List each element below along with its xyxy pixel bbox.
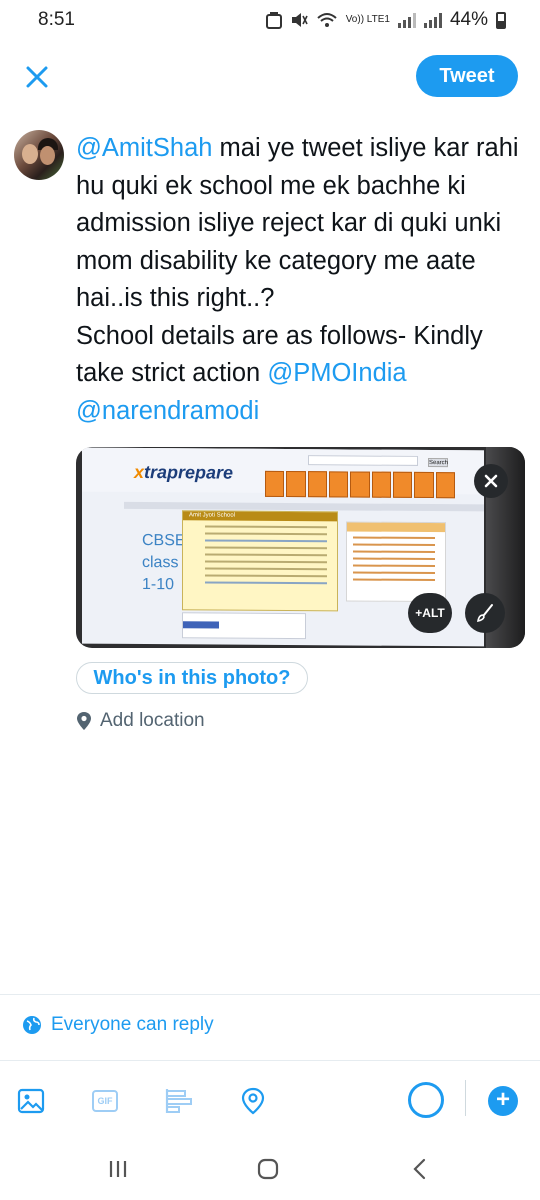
tweet-text-input[interactable]: @AmitShah mai ye tweet isliye kar rahi h… [76,130,526,430]
add-alt-text-button[interactable]: +ALT [408,593,452,633]
globe-icon [23,1016,41,1034]
mute-icon [291,13,308,27]
tag-people-button[interactable]: Who's in this photo? [76,662,308,694]
reply-settings[interactable]: Everyone can reply [22,1014,214,1036]
image-icon[interactable] [16,1086,46,1116]
add-thread-button[interactable]: + [488,1086,518,1116]
mention-narendramodi[interactable]: @narendramodi [76,397,259,425]
compose-toolbar: GIF [0,1062,540,1140]
signal-icon-2 [423,12,442,28]
add-location-label: Add location [100,710,205,731]
status-time: 8:51 [38,9,75,30]
toolbar-separator [465,1080,466,1116]
mention-pmoindia[interactable]: @PMOIndia [267,359,406,387]
location-icon[interactable] [238,1086,268,1116]
wifi-icon [317,13,337,27]
photo-logo: xtraprepare [134,461,234,483]
recent-apps-icon[interactable] [98,1154,138,1184]
battery-percent: 44% [449,9,488,30]
photo-cbse-text: CBSE class 1-10 [142,532,186,594]
add-location[interactable]: Add location [76,707,205,735]
photo-school-card: Amit Jyoti School [182,510,338,612]
photo-search-label: Search [428,458,448,468]
edit-photo-button[interactable] [465,593,505,633]
gif-icon[interactable]: GIF [92,1090,118,1112]
poll-icon[interactable] [164,1086,194,1116]
system-nav-bar [0,1140,540,1200]
back-icon[interactable] [400,1154,440,1184]
compose-header: Tweet [0,40,540,112]
brush-icon [477,604,493,623]
home-icon[interactable] [248,1154,288,1184]
divider [0,1060,540,1061]
close-icon[interactable] [22,62,52,92]
status-icons: Vo)) LTE1 44% [265,9,506,31]
battery-icon [496,11,506,29]
divider [0,994,540,995]
location-pin-icon [77,712,91,730]
network-label: Vo)) LTE1 [345,14,390,25]
avatar [14,130,64,180]
remove-photo-button[interactable] [474,464,508,498]
tweet-button[interactable]: Tweet [416,55,518,97]
status-bar: 8:51 Vo)) LTE1 44% [0,0,540,40]
character-counter [408,1082,444,1118]
mention-amitshah[interactable]: @AmitShah [76,134,212,162]
close-icon [484,474,498,488]
signal-icon [397,12,416,28]
attached-photo[interactable]: xtraprepare Search CBSE class 1-10 Amit … [76,447,525,648]
reply-settings-label: Everyone can reply [51,1014,214,1035]
notification-icon [265,12,282,29]
